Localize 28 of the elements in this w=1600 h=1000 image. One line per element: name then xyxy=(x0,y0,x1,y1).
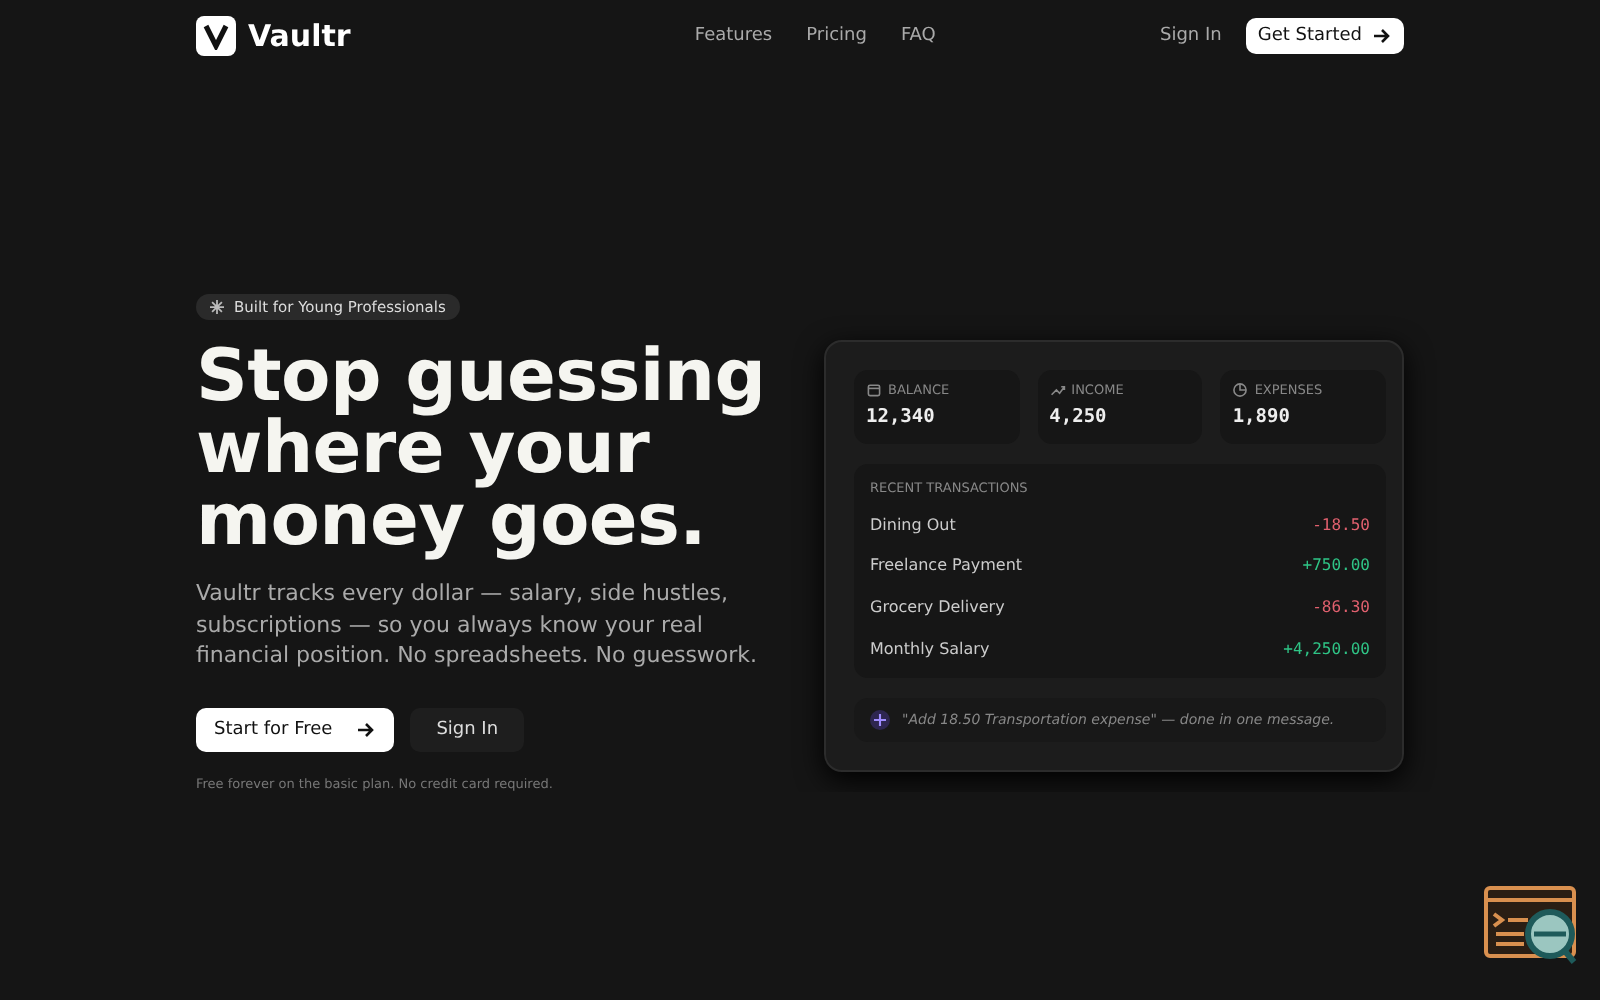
transaction-name: Monthly Salary xyxy=(870,639,990,658)
balance-icon xyxy=(866,381,882,398)
brand-name[interactable]: Vaultr xyxy=(248,18,351,54)
transaction-amount: +750.00 xyxy=(1302,556,1370,575)
arrow-icon xyxy=(356,719,377,739)
transaction-name: Dining Out xyxy=(870,515,956,534)
help-widget-icon[interactable] xyxy=(1484,884,1580,968)
nav-link[interactable]: Features xyxy=(694,26,773,46)
headline: Stop guessing where your money goes. xyxy=(196,342,768,558)
logo-icon[interactable] xyxy=(196,16,236,56)
stat-value: 4,250 xyxy=(1049,405,1109,428)
sign-in-button[interactable]: Sign In xyxy=(410,707,525,751)
sign-in-link[interactable]: Sign In xyxy=(1159,26,1222,46)
stat-value: 12,340 xyxy=(866,405,937,428)
transaction-amount: -86.30 xyxy=(1312,598,1370,617)
expenses-icon xyxy=(1232,381,1249,398)
transaction-amount: +4,250.00 xyxy=(1283,639,1370,658)
transaction-name: Freelance Payment xyxy=(870,556,1023,575)
start-button[interactable]: Start for Free xyxy=(196,707,395,751)
transaction-name: Grocery Delivery xyxy=(870,598,1005,617)
nav-link[interactable]: Pricing xyxy=(806,26,867,46)
description: Vaultr tracks every dollar — salary, side hustles, subscriptions — so you always know your real financial position. No spreadsheets. No guesswork. xyxy=(196,578,760,671)
income-icon xyxy=(1049,381,1066,398)
get-started-button[interactable]: Get Started xyxy=(1245,18,1404,54)
nav-link[interactable]: FAQ xyxy=(900,26,936,46)
stat-value: 1,890 xyxy=(1232,405,1292,428)
transaction-amount: -18.50 xyxy=(1312,515,1370,534)
arrow-icon xyxy=(1371,26,1392,46)
